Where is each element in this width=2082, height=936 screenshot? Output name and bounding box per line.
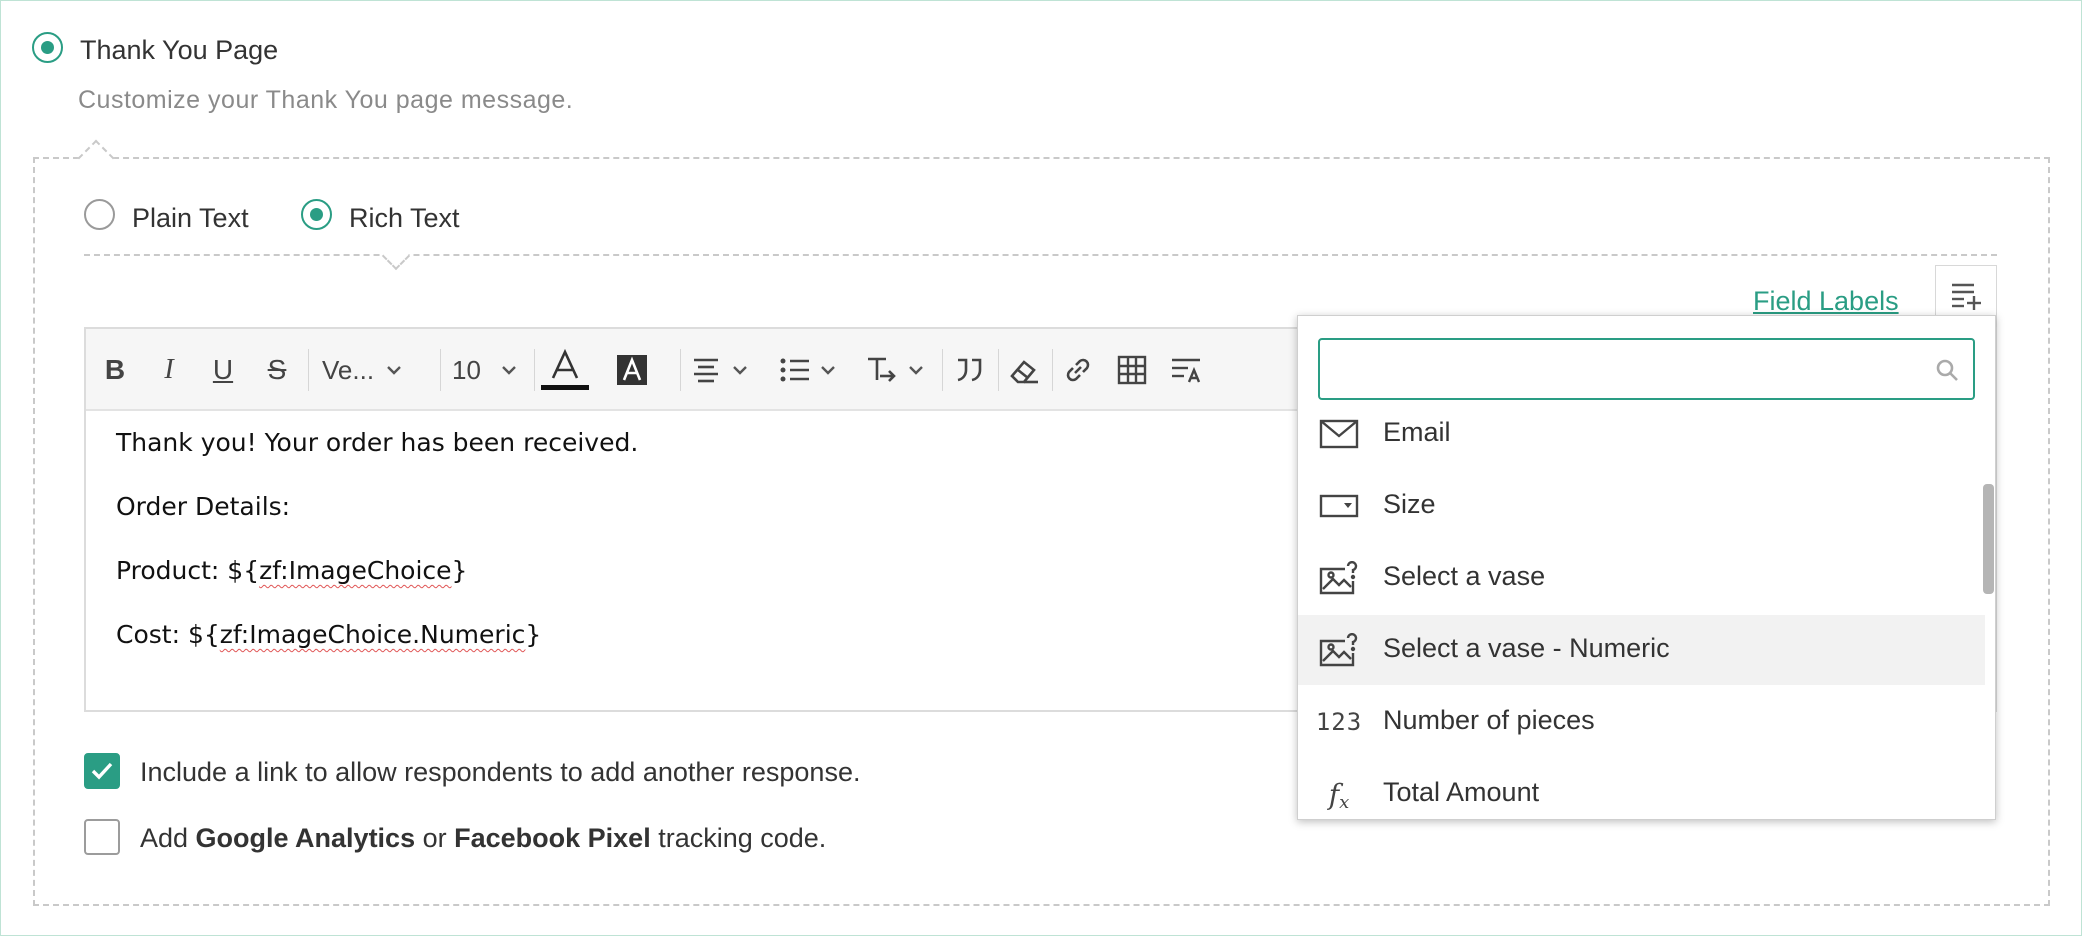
field-option-label: Number of pieces xyxy=(1383,705,1595,735)
toolbar-divider xyxy=(308,349,309,391)
toolbar-divider xyxy=(998,349,999,391)
insert-table-button[interactable] xyxy=(1112,350,1152,390)
eraser-icon xyxy=(1010,360,1038,384)
background-color-button[interactable] xyxy=(612,350,652,390)
number-icon: 123 xyxy=(1315,708,1363,736)
field-option-label: Select a vase xyxy=(1383,561,1546,591)
field-option[interactable]: fx Total Amount xyxy=(1298,759,1985,819)
include-link-label: Include a link to allow respondents to a… xyxy=(140,757,861,787)
thank-you-page-label: Thank You Page xyxy=(80,35,279,65)
chevron-down-icon xyxy=(733,366,747,375)
line-suffix: } xyxy=(451,556,468,585)
rich-text-radio[interactable] xyxy=(301,199,332,230)
field-option-label: Email xyxy=(1383,417,1451,447)
field-option-label: Select a vase - Numeric xyxy=(1383,633,1670,663)
link-icon xyxy=(1066,358,1090,382)
field-option[interactable]: 123 Number of pieces xyxy=(1298,687,1985,757)
tracking-or: or xyxy=(415,823,455,853)
format-separator xyxy=(84,254,1997,256)
editor-line: Cost: ${zf:ImageChoice.Numeric} xyxy=(116,621,638,649)
insert-link-button[interactable] xyxy=(1058,350,1098,390)
thank-you-page-radio[interactable] xyxy=(32,32,63,63)
line-prefix: Cost: ${ xyxy=(116,620,220,649)
chevron-down-icon xyxy=(502,366,516,375)
background-color-icon xyxy=(617,355,647,385)
font-family-value: Ve... xyxy=(322,354,375,385)
field-search-box[interactable] xyxy=(1318,338,1975,400)
editor-line: Product: ${zf:ImageChoice} xyxy=(116,557,638,585)
editor-content[interactable]: Thank you! Your order has been received.… xyxy=(116,429,638,685)
dropdown-scrollbar-thumb[interactable] xyxy=(1983,484,1994,594)
formula-icon: fx xyxy=(1328,777,1350,813)
font-family-select[interactable]: Ve... xyxy=(322,350,432,390)
thank-you-page-description: Customize your Thank You page message. xyxy=(78,86,574,114)
facebook-pixel-text: Facebook Pixel xyxy=(454,823,651,853)
image-choice-icon xyxy=(1318,632,1360,668)
table-icon xyxy=(1117,355,1147,385)
font-size-select[interactable]: 10 xyxy=(452,350,532,390)
line-prefix: Product: ${ xyxy=(116,556,260,585)
chevron-down-icon xyxy=(821,366,835,375)
insert-field-icon xyxy=(1952,283,1981,310)
field-option[interactable]: Email xyxy=(1298,399,1985,469)
field-labels-link[interactable]: Field Labels xyxy=(1753,286,1899,317)
field-token: zf:ImageChoice.Numeric xyxy=(219,620,526,649)
field-search-input[interactable] xyxy=(1330,348,1910,390)
text-indent-icon xyxy=(868,357,896,382)
text-options-button[interactable] xyxy=(1166,350,1206,390)
rich-text-label: Rich Text xyxy=(349,203,460,233)
tracking-prefix: Add xyxy=(140,823,196,853)
toolbar-divider xyxy=(680,349,681,391)
clear-format-button[interactable] xyxy=(1004,350,1044,390)
line-suffix: } xyxy=(525,620,542,649)
field-option-label: Size xyxy=(1383,489,1436,519)
chevron-down-icon xyxy=(909,366,923,375)
editor-line: Thank you! Your order has been received. xyxy=(116,428,639,457)
toolbar-divider xyxy=(1052,349,1053,391)
tracking-code-label: Add Google Analytics or Facebook Pixel t… xyxy=(140,823,826,854)
field-token: zf:ImageChoice xyxy=(259,556,452,585)
email-icon xyxy=(1318,416,1360,452)
field-option[interactable]: Size xyxy=(1298,471,1985,541)
tracking-suffix: tracking code. xyxy=(650,823,827,853)
field-option-highlighted[interactable]: Select a vase - Numeric xyxy=(1298,615,1985,685)
align-icon xyxy=(694,358,718,383)
toolbar-divider xyxy=(534,349,535,391)
toolbar-divider xyxy=(440,349,441,391)
blockquote-button[interactable] xyxy=(950,350,990,390)
bullet-list-icon xyxy=(780,358,809,382)
bold-button[interactable]: B xyxy=(98,350,132,390)
text-color-icon xyxy=(541,348,589,390)
underline-button[interactable]: U xyxy=(206,350,240,390)
include-link-checkbox[interactable] xyxy=(84,753,120,789)
list-select[interactable] xyxy=(780,350,846,390)
field-labels-dropdown: Email Size Select a vase Select a vase -… xyxy=(1297,315,1996,820)
text-options-icon xyxy=(1172,358,1201,383)
chevron-down-icon xyxy=(387,366,401,375)
align-select[interactable] xyxy=(692,350,758,390)
field-option-label: Total Amount xyxy=(1383,777,1540,807)
plain-text-label: Plain Text xyxy=(132,203,249,233)
strikethrough-button[interactable]: S xyxy=(260,350,294,390)
check-icon xyxy=(91,762,113,780)
google-analytics-text: Google Analytics xyxy=(195,823,416,853)
editor-line: Order Details: xyxy=(116,492,291,521)
tracking-code-checkbox[interactable] xyxy=(84,819,120,855)
toolbar-divider xyxy=(942,349,943,391)
font-size-value: 10 xyxy=(452,354,481,385)
field-option[interactable]: Select a vase xyxy=(1298,543,1985,613)
italic-button[interactable]: I xyxy=(152,350,186,390)
indent-select[interactable] xyxy=(866,350,934,390)
search-icon xyxy=(1936,359,1958,381)
quote-icon xyxy=(957,358,982,382)
text-color-button[interactable] xyxy=(538,348,592,390)
plain-text-radio[interactable] xyxy=(84,199,115,230)
dropdown-field-icon xyxy=(1318,488,1360,524)
image-choice-icon xyxy=(1318,560,1360,596)
